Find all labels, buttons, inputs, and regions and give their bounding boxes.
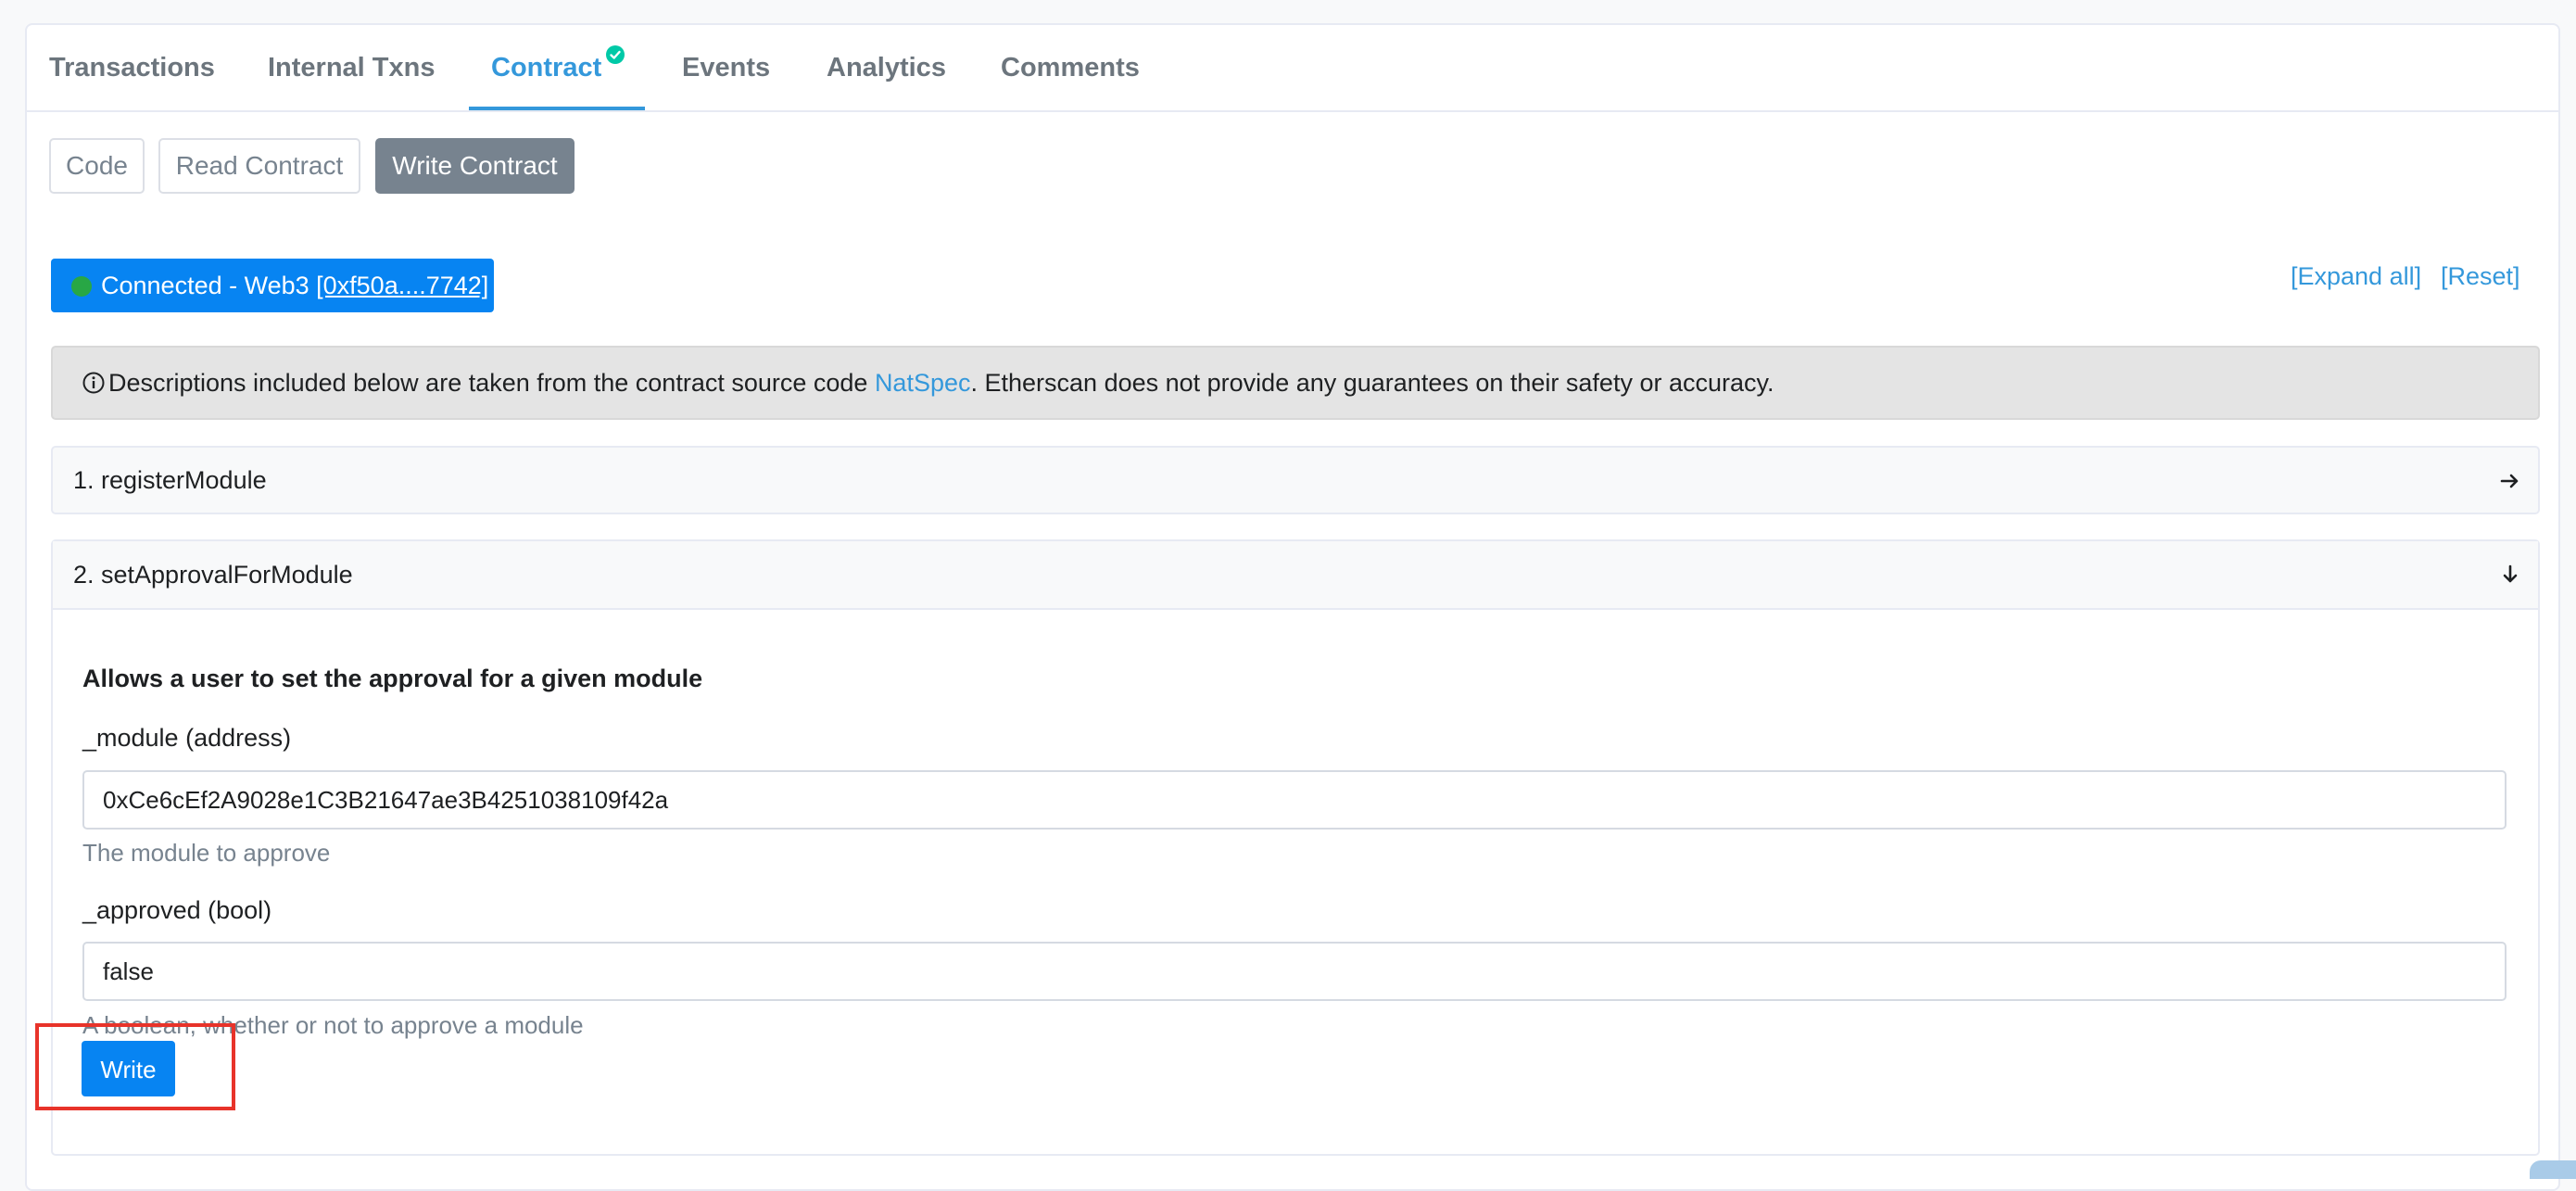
function-header-register-module[interactable]: 1. registerModule [51,446,2540,514]
param-help-module: The module to approve [82,839,331,867]
param-label-approved: _approved (bool) [82,896,272,924]
reset-link[interactable]: [Reset] [2441,262,2520,291]
tab-transactions[interactable]: Transactions [49,25,215,110]
function-header-set-approval[interactable]: 2. setApprovalForModule [53,541,2538,610]
param-label-module: _module (address) [82,724,292,752]
function-title: 1. registerModule [73,466,267,494]
connected-web3-button[interactable]: Connected - Web3 [0xf50a....7742] [51,259,494,312]
write-button[interactable]: Write [82,1041,175,1096]
natspec-info-alert: Descriptions included below are taken fr… [51,346,2540,420]
connection-status-dot-icon [71,276,92,297]
info-circle-icon [82,372,105,394]
function-title: 2. setApprovalForModule [73,561,353,589]
main-tab-bar: Transactions Internal Txns Contract Even… [27,25,2558,112]
verified-check-icon [606,45,625,64]
arrow-down-icon [2503,564,2518,583]
alert-text-after: . Etherscan does not provide any guarant… [970,369,1774,397]
alert-text-before: Descriptions included below are taken fr… [108,369,875,397]
subtab-write-contract[interactable]: Write Contract [375,138,575,194]
tab-internal-txns[interactable]: Internal Txns [268,25,436,110]
subtab-read-contract[interactable]: Read Contract [158,138,360,194]
subtab-code[interactable]: Code [49,138,145,194]
function-panel-set-approval: 2. setApprovalForModule Allows a user to… [51,539,2540,1156]
tab-analytics[interactable]: Analytics [827,25,946,110]
param-help-approved: A boolean, whether or not to approve a m… [82,1011,584,1039]
connected-label: Connected - Web3 [101,272,317,299]
tab-contract-label: Contract [491,53,602,82]
tab-comments[interactable]: Comments [1001,25,1140,110]
connected-address[interactable]: [0xf50a....7742] [316,272,488,299]
tab-events[interactable]: Events [682,25,770,110]
function-description: Allows a user to set the approval for a … [82,665,703,692]
contract-card: Transactions Internal Txns Contract Even… [25,23,2560,1191]
approved-bool-input[interactable] [82,942,2507,1001]
expand-all-link[interactable]: [Expand all] [2291,262,2421,291]
tab-contract[interactable]: Contract [469,25,645,110]
corner-widget[interactable] [2530,1160,2576,1179]
arrow-right-icon [2500,474,2519,488]
module-address-input[interactable] [82,770,2507,830]
natspec-link[interactable]: NatSpec [875,369,971,397]
